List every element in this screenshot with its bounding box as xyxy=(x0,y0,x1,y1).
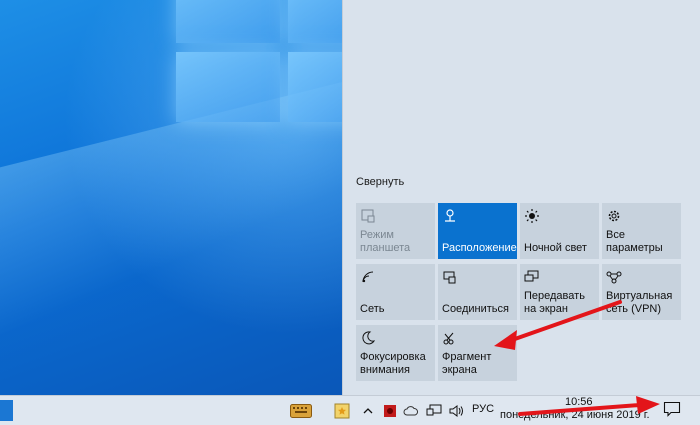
logo-pane xyxy=(176,0,280,43)
tile-label: Фрагмент экрана xyxy=(442,351,492,376)
night-light-icon xyxy=(524,208,540,224)
tile-screen-snip[interactable]: Фрагмент экрана xyxy=(438,325,517,381)
focus-assist-moon-icon xyxy=(360,330,376,346)
speaker-icon[interactable] xyxy=(448,396,466,425)
vpn-icon xyxy=(606,269,622,285)
tile-label: Виртуальная сеть (VPN) xyxy=(606,290,673,315)
sticky-notes-icon[interactable] xyxy=(330,396,354,425)
tile-label: Ночной свет xyxy=(524,242,587,254)
start-button[interactable] xyxy=(0,400,13,421)
tile-label: Сеть xyxy=(360,303,385,315)
windows-logo-wallpaper xyxy=(170,0,342,160)
action-center-panel: Свернуть Режим планшета Расположение Ноч… xyxy=(342,0,700,395)
tablet-mode-icon xyxy=(360,208,376,224)
tile-all-settings[interactable]: Все параметры xyxy=(602,203,681,259)
desktop-wallpaper xyxy=(0,0,342,395)
tile-night-light[interactable]: Ночной свет xyxy=(520,203,599,259)
tile-label: Расположение xyxy=(442,242,517,254)
logo-pane xyxy=(176,52,280,122)
tile-label: Режим планшета xyxy=(360,229,411,254)
tile-network[interactable]: Сеть xyxy=(356,264,435,320)
antivirus-icon[interactable] xyxy=(382,396,398,425)
tile-project[interactable]: Передавать на экран xyxy=(520,264,599,320)
network-icon xyxy=(360,269,376,285)
tile-label: Фокусировка внимания xyxy=(360,351,426,376)
tile-focus-assist[interactable]: Фокусировка внимания xyxy=(356,325,435,381)
tile-location[interactable]: Расположение xyxy=(438,203,517,259)
taskbar: РУС 10:56 понедельник, 24 июня 2019 г. xyxy=(0,395,700,425)
tile-label: Передавать на экран xyxy=(524,290,585,315)
language-indicator[interactable]: РУС xyxy=(472,403,494,415)
notification-icon xyxy=(663,401,681,422)
settings-gear-icon xyxy=(606,208,622,224)
keyboard-icon[interactable] xyxy=(288,396,314,425)
tile-tablet-mode[interactable]: Режим планшета xyxy=(356,203,435,259)
clock-time[interactable]: 10:56 xyxy=(565,396,593,408)
project-icon xyxy=(524,269,540,285)
network-monitor-icon[interactable] xyxy=(425,396,443,425)
screen-snip-icon xyxy=(442,330,458,346)
logo-pane xyxy=(288,52,342,122)
chevron-up-icon[interactable] xyxy=(362,396,374,425)
location-icon xyxy=(442,208,458,224)
connect-icon xyxy=(442,269,458,285)
tile-vpn[interactable]: Виртуальная сеть (VPN) xyxy=(602,264,681,320)
action-center-button[interactable] xyxy=(652,396,692,425)
tile-connect[interactable]: Соединиться xyxy=(438,264,517,320)
logo-pane xyxy=(288,0,342,43)
tile-label: Соединиться xyxy=(442,303,509,315)
tile-label: Все параметры xyxy=(606,229,663,254)
clock-date[interactable]: понедельник, 24 июня 2019 г. xyxy=(500,409,650,421)
collapse-link[interactable]: Свернуть xyxy=(356,176,404,188)
onedrive-cloud-icon[interactable] xyxy=(402,396,420,425)
